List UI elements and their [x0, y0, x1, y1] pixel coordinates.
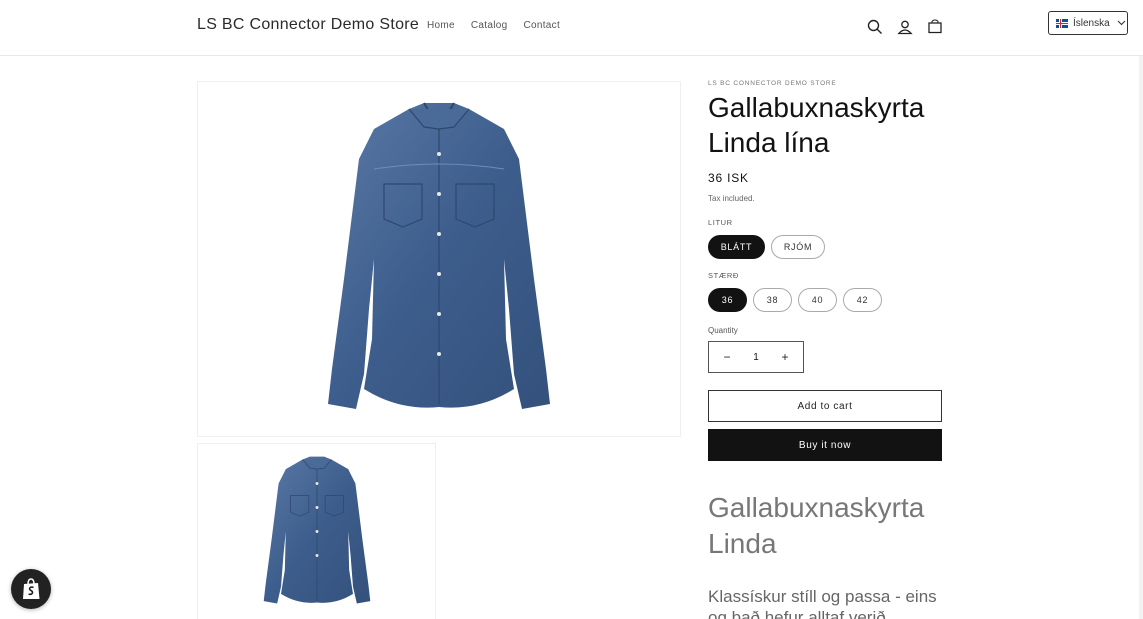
- color-option-blatt[interactable]: BLÁTT: [708, 235, 765, 259]
- language-selector[interactable]: Íslenska: [1048, 11, 1128, 35]
- denim-shirt-thumbnail: [263, 456, 370, 604]
- size-option-label: STÆRÐ: [708, 271, 739, 280]
- product-vendor: LS BC CONNECTOR DEMO STORE: [708, 80, 837, 87]
- buy-now-button[interactable]: Buy it now: [708, 429, 942, 461]
- site-header: LS BC Connector Demo Store Home Catalog …: [0, 0, 1143, 56]
- size-option-38[interactable]: 38: [753, 288, 792, 312]
- quantity-increase-button[interactable]: +: [779, 350, 791, 364]
- cart-icon[interactable]: [925, 17, 945, 37]
- nav-contact[interactable]: Contact: [523, 20, 560, 31]
- search-icon[interactable]: [865, 17, 885, 37]
- quantity-input[interactable]: 1: [753, 352, 759, 363]
- language-label: Íslenska: [1073, 17, 1110, 29]
- tax-note: Tax included.: [708, 194, 755, 203]
- store-brand[interactable]: LS BC Connector Demo Store: [197, 16, 419, 34]
- product-price: 36 ISK: [708, 171, 749, 185]
- product-main-image[interactable]: [197, 81, 681, 437]
- color-option-rjom[interactable]: RJÓM: [771, 235, 825, 259]
- add-to-cart-button[interactable]: Add to cart: [708, 390, 942, 422]
- nav-home[interactable]: Home: [427, 20, 455, 31]
- quantity-decrease-button[interactable]: −: [721, 350, 733, 364]
- color-option-label: LITUR: [708, 218, 733, 227]
- shopify-bag-icon[interactable]: [11, 569, 51, 609]
- size-option-40[interactable]: 40: [798, 288, 837, 312]
- quantity-label: Quantity: [708, 326, 738, 335]
- iceland-flag-icon: [1056, 18, 1068, 28]
- main-nav: Home Catalog Contact: [427, 20, 560, 31]
- chevron-down-icon: [1117, 18, 1126, 29]
- quantity-stepper: − 1 +: [708, 341, 804, 373]
- description-text: Klassískur stíll og passa - eins og það …: [708, 587, 937, 619]
- denim-shirt-image: [328, 102, 550, 409]
- account-icon[interactable]: [895, 17, 915, 37]
- size-option-36[interactable]: 36: [708, 288, 747, 312]
- nav-catalog[interactable]: Catalog: [471, 20, 508, 31]
- page-scrollbar[interactable]: [1139, 56, 1143, 619]
- product-thumbnail-image[interactable]: [197, 443, 436, 619]
- description-heading: Gallabuxnaskyrta Linda: [708, 492, 925, 559]
- product-title: Gallabuxnaskyrta Linda lína: [708, 92, 925, 158]
- size-option-42[interactable]: 42: [843, 288, 882, 312]
